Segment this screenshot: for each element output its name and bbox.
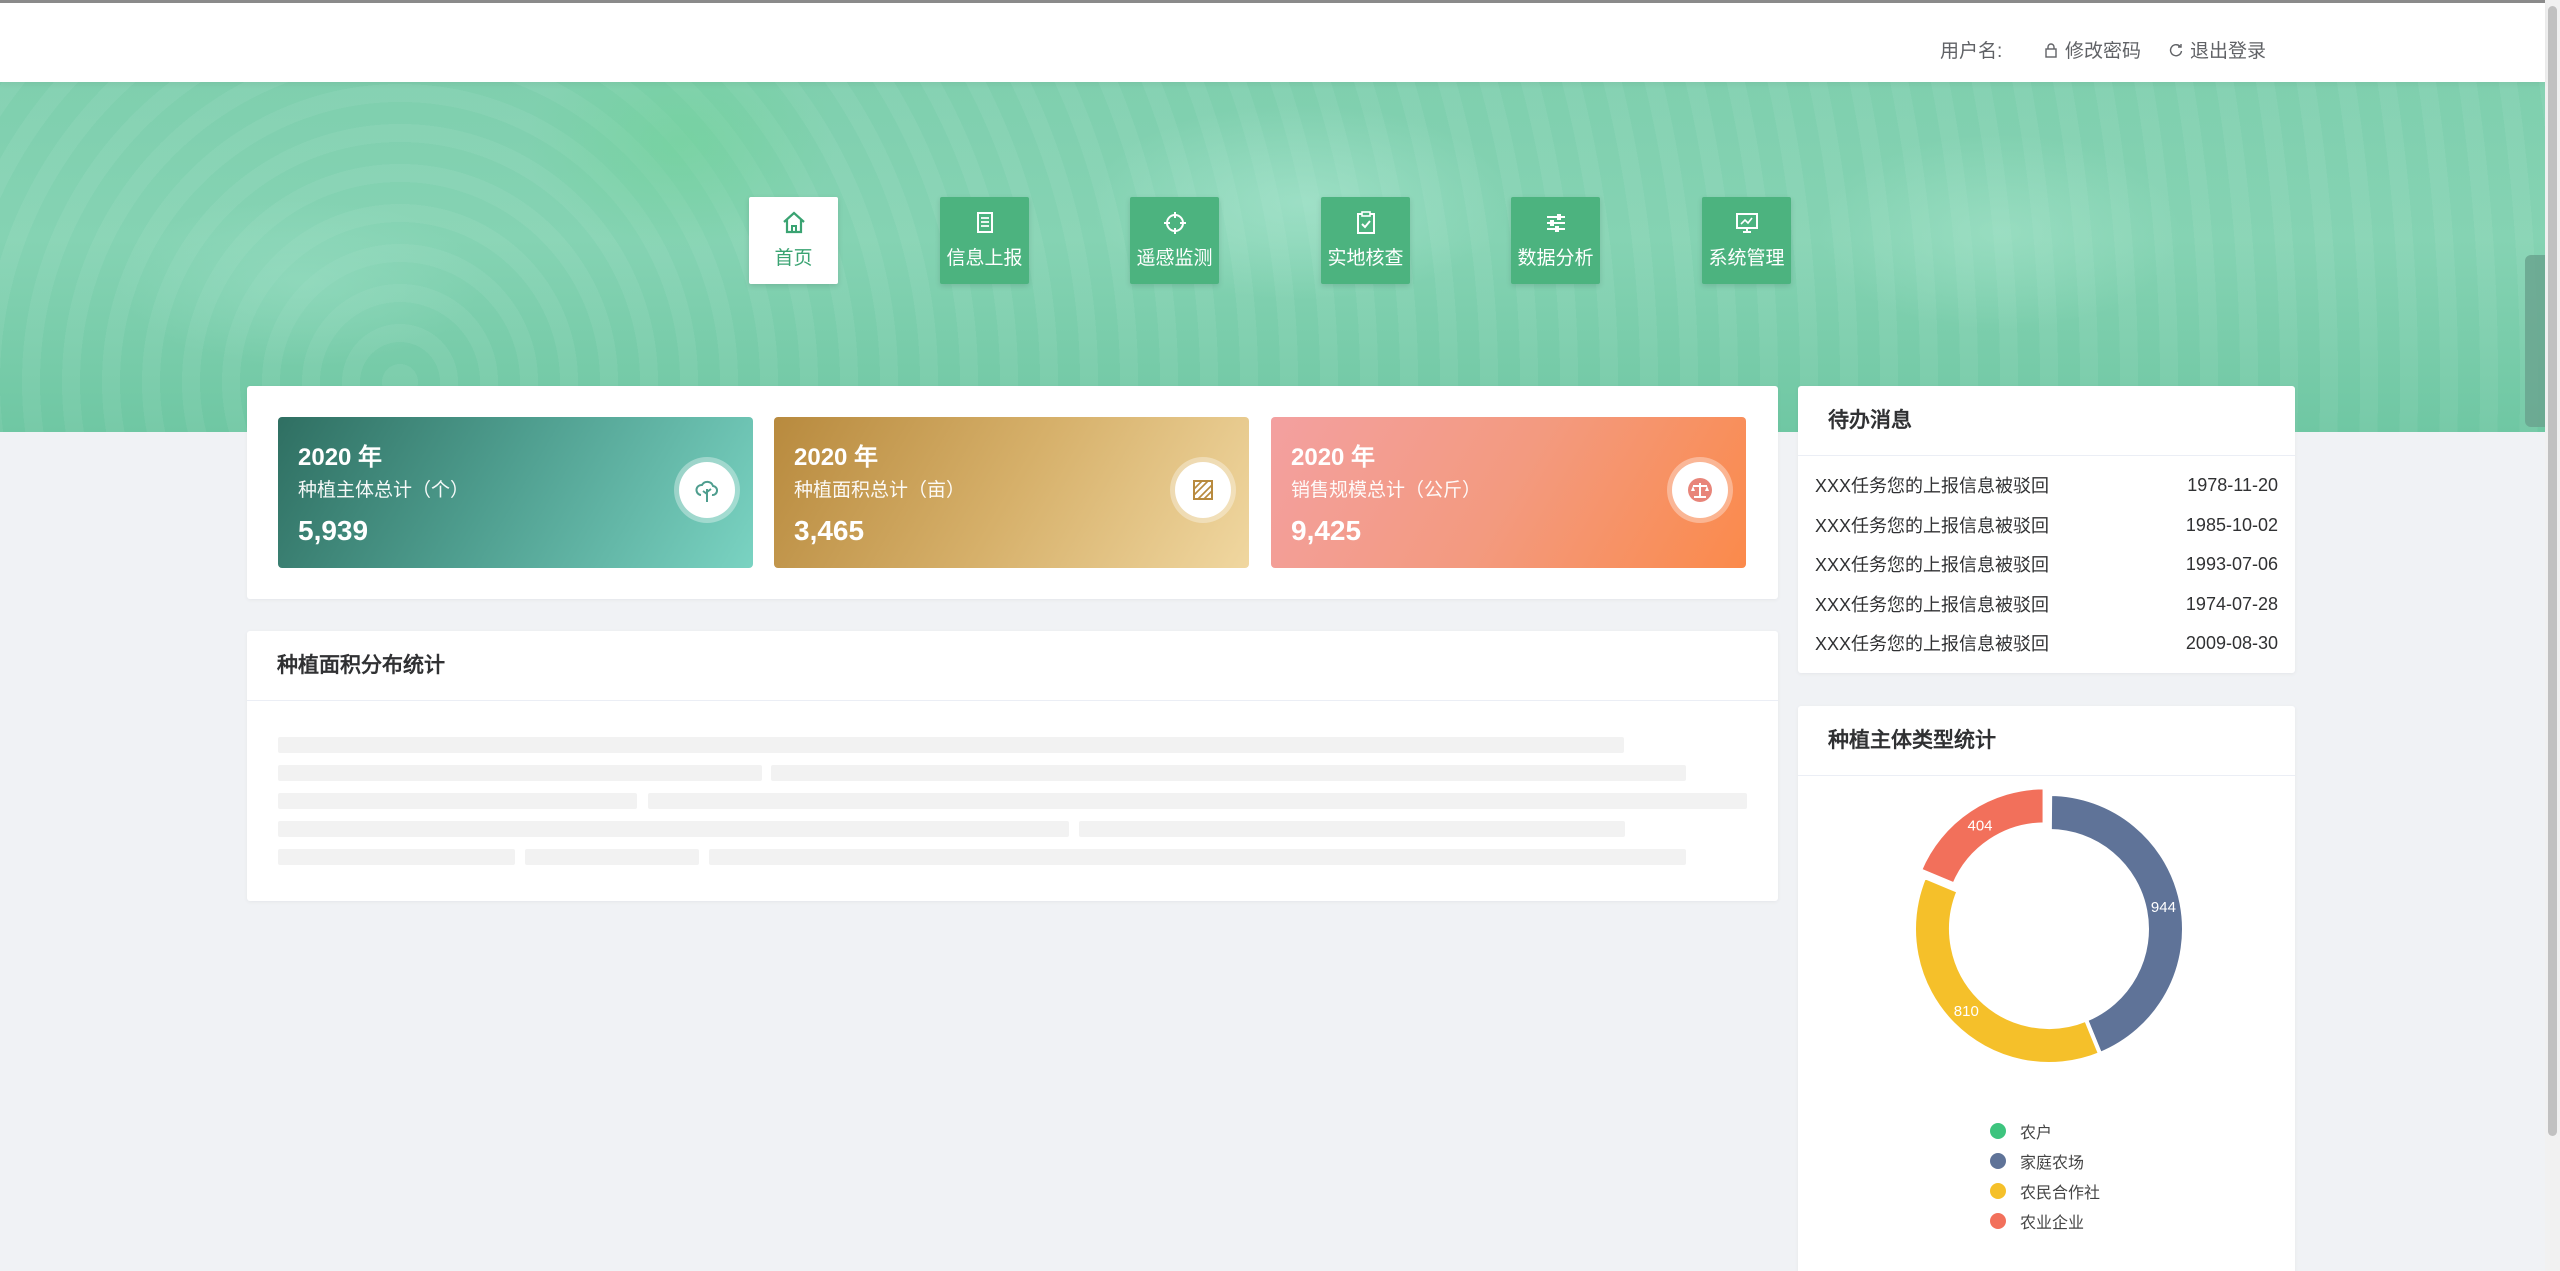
stat-label: 种植面积总计（亩） [794,480,966,501]
tree-icon [679,462,735,518]
nav-remote-sensing-label: 遥感监测 [1136,248,1213,269]
nav-field-check-label: 实地核查 [1327,248,1404,269]
legend-item[interactable]: 农户 [1990,1116,2100,1146]
page-scrollbar[interactable] [2545,0,2560,1271]
nav-report-label: 信息上报 [946,248,1023,269]
todo-date: 1993-07-06 [2185,553,2278,574]
nav-report[interactable]: 信息上报 [940,197,1029,284]
todo-text: XXX任务您的上报信息被驳回 [1815,516,2050,536]
todo-item[interactable]: XXX任务您的上报信息被驳回 1974-07-28 [1815,584,2278,624]
legend-dot [1990,1183,2006,1199]
logout-label: 退出登录 [2190,41,2267,62]
todo-date: 1974-07-28 [2185,593,2278,614]
sliders-icon [1546,214,1565,232]
legend-item[interactable]: 家庭农场 [1990,1146,2100,1176]
skeleton-line [278,737,1624,753]
donut-chart: 3944810404 [1912,785,2186,1066]
stat-value: 3,465 [794,515,865,546]
todo-text: XXX任务您的上报信息被驳回 [1815,595,2050,615]
scale-icon [1672,462,1728,518]
todo-item[interactable]: XXX任务您的上报信息被驳回 1978-11-20 [1815,465,2278,505]
stats-panel: 2020 年 种植主体总计（个） 5,939 2020 年 种植面积总计（亩） … [247,386,1778,599]
stat-label: 销售规模总计（公斤） [1291,480,1482,501]
nav-data-analysis[interactable]: 数据分析 [1511,197,1600,284]
chart-legend: 农户 家庭农场 农民合作社 农业企业 [1990,1116,2100,1236]
nav-home-label: 首页 [774,248,813,269]
logout-icon [2169,43,2183,56]
legend-label: 家庭农场 [2020,1155,2085,1172]
nav-system-admin-label: 系统管理 [1708,248,1785,269]
legend-item[interactable]: 农业企业 [1990,1206,2100,1236]
stat-value: 5,939 [298,515,369,546]
slice-label: 810 [1954,1003,1979,1020]
skeleton-line [278,765,762,781]
nav-field-check[interactable]: 实地核查 [1321,197,1410,284]
donut-slice[interactable] [2047,791,2186,1057]
stat-card-planting-area[interactable]: 2020 年 种植面积总计（亩） 3,465 [774,417,1249,568]
todo-date: 1978-11-20 [2187,474,2278,495]
todo-panel: 待办消息 XXX任务您的上报信息被驳回 1978-11-20 XXX任务您的上报… [1798,386,2295,673]
distribution-title: 种植面积分布统计 [247,631,1778,701]
todo-item[interactable]: XXX任务您的上报信息被驳回 1993-07-06 [1815,544,2278,584]
legend-label: 农户 [2020,1125,2053,1142]
area-icon [1175,462,1231,518]
lock-icon [2045,42,2057,58]
legend-dot [1990,1213,2006,1229]
change-password-label: 修改密码 [2065,41,2142,62]
skeleton-line [525,849,699,865]
skeleton-line [278,793,637,809]
todo-text: XXX任务您的上报信息被驳回 [1815,634,2050,654]
scrollbar-thumb[interactable] [2548,6,2557,1136]
clipboard-check-icon [1356,211,1375,234]
skeleton-line [278,849,515,865]
entity-type-title: 种植主体类型统计 [1798,706,2295,776]
nav-home[interactable]: 首页 [749,197,838,284]
skeleton-line [648,793,1747,809]
legend-item[interactable]: 农民合作社 [1990,1176,2100,1206]
skeleton-line [1079,821,1625,837]
home-icon [782,211,805,234]
stat-year: 2020 年 [1291,444,1376,471]
skeleton-line [709,849,1686,865]
todo-text: XXX任务您的上报信息被驳回 [1815,555,2050,575]
username-label: 用户名: [1940,41,2003,62]
slice-label: 944 [2151,899,2176,916]
skeleton-line [771,765,1686,781]
legend-dot [1990,1123,2006,1139]
legend-label: 农民合作社 [2020,1185,2101,1202]
change-password-link[interactable]: 修改密码 [2043,36,2141,63]
logout-link[interactable]: 退出登录 [2168,36,2266,63]
top-bar: 用户名: 修改密码 退出登录 [0,0,2545,82]
skeleton-line [278,821,1069,837]
todo-item[interactable]: XXX任务您的上报信息被驳回 1985-10-02 [1815,505,2278,545]
crosshair-icon [1163,212,1186,234]
nav-remote-sensing[interactable]: 遥感监测 [1130,197,1219,284]
nav-system-admin[interactable]: 系统管理 [1702,197,1791,284]
stat-value: 9,425 [1291,515,1362,546]
nav-data-analysis-label: 数据分析 [1517,248,1594,269]
stat-card-sales-volume[interactable]: 2020 年 销售规模总计（公斤） 9,425 [1271,417,1746,568]
todo-date: 1985-10-02 [2185,514,2278,535]
legend-dot [1990,1153,2006,1169]
distribution-panel: 种植面积分布统计 [247,631,1778,901]
slice-label: 404 [1967,817,1992,834]
todo-text: XXX任务您的上报信息被驳回 [1815,476,2050,496]
legend-label: 农业企业 [2020,1215,2085,1232]
todo-date: 2009-08-30 [2185,632,2278,653]
system-monitor-widget[interactable] [2525,255,2545,427]
stat-year: 2020 年 [794,444,879,471]
stat-label: 种植主体总计（个） [298,480,470,501]
document-icon [976,212,993,233]
entity-type-panel: 种植主体类型统计 3944810404 农户 家庭农场 农民合作社 农业企业 [1798,706,2295,1271]
todo-title: 待办消息 [1798,386,2295,456]
stat-year: 2020 年 [298,444,383,471]
donut-slice[interactable] [1912,874,2103,1066]
stat-card-planting-entities[interactable]: 2020 年 种植主体总计（个） 5,939 [278,417,753,568]
donut-slice[interactable] [1917,785,2047,888]
hero-banner [0,82,2545,432]
todo-item[interactable]: XXX任务您的上报信息被驳回 2009-08-30 [1815,623,2278,663]
monitor-icon [1735,213,1758,233]
